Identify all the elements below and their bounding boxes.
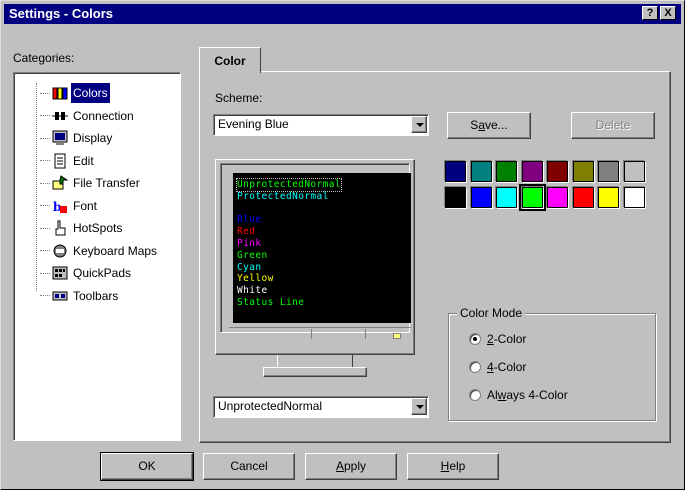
tree-item-quickpads[interactable]: QuickPads	[40, 263, 133, 283]
close-button[interactable]: X	[660, 6, 676, 20]
radio-circle[interactable]	[469, 333, 481, 345]
ok-button[interactable]: OK	[100, 452, 194, 481]
color-mode-label: Color Mode	[457, 306, 526, 320]
chevron-down-icon[interactable]	[411, 398, 427, 415]
tree-item-label: Font	[73, 198, 98, 213]
monitor-neck	[277, 355, 353, 367]
tree-item-label: QuickPads	[73, 266, 132, 280]
color-swatch[interactable]	[598, 161, 619, 182]
help-title-button[interactable]: ?	[642, 6, 658, 20]
monitor-base	[263, 367, 367, 377]
delete-button: Delete	[571, 112, 655, 139]
preview-line[interactable]: Yellow	[237, 273, 407, 285]
preview-line[interactable]: UnprotectedNormal	[235, 178, 343, 192]
tree-item-label: Edit	[73, 153, 94, 168]
tree-item-edit[interactable]: Edit	[40, 151, 96, 171]
quickpads-icon	[52, 265, 68, 281]
settings-window: Settings - Colors ? X Categories: Colors…	[0, 0, 685, 490]
color-swatch[interactable]	[547, 161, 568, 182]
save-button[interactable]: Save...	[447, 112, 531, 139]
tab-color[interactable]: Color	[199, 47, 261, 73]
display-icon	[52, 130, 68, 146]
tree-item-toolbars[interactable]: Toolbars	[40, 286, 120, 306]
preview-screen[interactable]: UnprotectedNormal ProtectedNormal Blue Red…	[233, 173, 411, 323]
color-swatch[interactable]	[496, 161, 517, 182]
color-swatch[interactable]	[518, 184, 546, 211]
tree-item-label: Connection	[73, 108, 134, 123]
edit-icon	[52, 153, 68, 169]
title-bar: Settings - Colors ? X	[4, 4, 681, 24]
radio-circle[interactable]	[469, 361, 481, 373]
hotspots-icon	[52, 220, 68, 236]
color-swatch[interactable]	[496, 187, 517, 208]
tree-item-keyboard-maps[interactable]: Keyboard Maps	[40, 241, 159, 261]
color-swatch[interactable]	[470, 161, 492, 182]
radio-label: Always 4-Color	[487, 388, 568, 402]
preview-line[interactable]	[237, 203, 407, 215]
tree-item-label: Colors	[71, 83, 110, 103]
color-preview-monitor: UnprotectedNormal ProtectedNormal Blue Red…	[215, 159, 415, 355]
color-swatch[interactable]	[445, 161, 466, 182]
tree-item-font[interactable]: b Font	[40, 196, 99, 216]
tree-item-display[interactable]: Display	[40, 128, 114, 148]
color-swatch[interactable]	[521, 161, 543, 182]
color-swatch[interactable]	[547, 187, 568, 208]
preview-line[interactable]: White	[237, 285, 407, 297]
preview-line[interactable]: Green	[237, 250, 407, 262]
tree-item-colors[interactable]: Colors	[40, 83, 110, 103]
color-swatch[interactable]	[572, 187, 594, 208]
preview-element-select[interactable]: UnprotectedNormal	[213, 396, 429, 418]
help-button[interactable]: Help	[407, 453, 499, 480]
preview-line[interactable]: ProtectedNormal	[237, 191, 407, 203]
apply-button[interactable]: Apply	[305, 453, 397, 480]
preview-line[interactable]: Cyan	[237, 262, 407, 274]
cancel-button[interactable]: Cancel	[203, 453, 295, 480]
window-title: Settings - Colors	[9, 6, 114, 21]
chevron-down-icon[interactable]	[411, 116, 427, 133]
color-swatch[interactable]	[445, 187, 466, 208]
keyboard-maps-icon	[52, 243, 68, 259]
categories-label: Categories:	[13, 51, 75, 65]
color-swatch[interactable]	[623, 187, 645, 208]
connection-icon	[52, 108, 68, 124]
scheme-select[interactable]: Evening Blue	[213, 114, 429, 136]
radio-2-color[interactable]: 2-Color	[469, 332, 526, 346]
colors-icon	[52, 85, 68, 101]
tree-item-hotspots[interactable]: HotSpots	[40, 218, 124, 238]
radio-circle[interactable]	[469, 389, 481, 401]
radio-label: 4-Color	[487, 360, 527, 374]
tree-item-label: Keyboard Maps	[73, 243, 158, 258]
font-icon: b	[52, 198, 68, 214]
tree-item-label: Toolbars	[73, 288, 119, 303]
tree-item-label: Display	[73, 131, 113, 145]
preview-line[interactable]: Pink	[237, 238, 407, 250]
tree-item-connection[interactable]: Connection	[40, 106, 136, 126]
preview-line[interactable]: Blue	[237, 214, 407, 226]
radio-label: 2-Color	[487, 332, 527, 346]
color-swatch[interactable]	[572, 161, 594, 182]
color-swatch[interactable]	[623, 161, 645, 182]
preview-line[interactable]: Status Line	[237, 297, 407, 309]
tree-item-label: File Transfer	[73, 176, 140, 190]
color-swatch[interactable]	[598, 187, 619, 208]
color-swatch[interactable]	[470, 187, 492, 208]
tree-item-file-transfer[interactable]: File Transfer	[40, 173, 142, 193]
radio-4-color[interactable]: 4-Color	[469, 360, 526, 374]
color-mode-group: Color Mode 2-Color 4-Color Always 4-Color	[448, 306, 656, 421]
categories-tree[interactable]: Colors Connection Display Edit File Transfer…	[13, 72, 181, 441]
tree-item-label: HotSpots	[73, 221, 123, 235]
scheme-label: Scheme:	[215, 91, 263, 105]
file-transfer-icon	[52, 175, 69, 191]
radio-always-4-color[interactable]: Always 4-Color	[469, 388, 568, 402]
toolbars-icon	[52, 288, 68, 304]
preview-line[interactable]: Red	[237, 226, 407, 238]
